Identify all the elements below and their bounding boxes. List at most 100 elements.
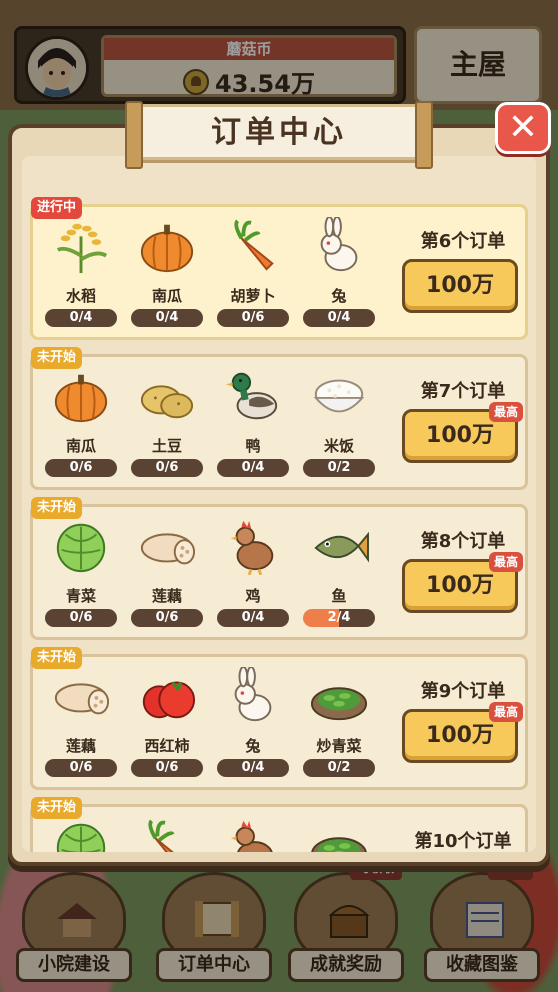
item-picture — [309, 216, 369, 275]
item-picture — [223, 517, 283, 576]
item-progress: 0/6 — [131, 759, 203, 777]
order-item[interactable]: 胡萝卜 0/6 — [215, 213, 291, 331]
order-item[interactable]: 莲藕 0/6 — [43, 663, 119, 781]
rice-plant-icon — [56, 223, 108, 274]
reward-amount: 100万 — [426, 273, 494, 298]
item-name: 鱼 — [331, 587, 347, 605]
item-picture — [51, 217, 111, 275]
order-item[interactable] — [301, 813, 377, 852]
order-item[interactable]: 米饭 0/2 — [301, 363, 377, 481]
item-name: 米饭 — [323, 437, 354, 455]
stir-fried-greens-icon — [310, 687, 368, 721]
order-item[interactable]: 鸭 0/4 — [215, 363, 291, 481]
order-card: 未开始 青菜 0/6 莲藕 0/6 鸡 0/4 鱼 2/4 第8个订单 100万 最高 — [30, 497, 528, 640]
item-name: 兔 — [245, 737, 261, 755]
item-name: 水稻 — [65, 287, 96, 305]
order-item[interactable]: 南瓜 0/6 — [43, 363, 119, 481]
item-picture — [137, 817, 197, 852]
rabbit-icon — [234, 666, 272, 722]
order-item[interactable]: 鸡 0/4 — [215, 513, 291, 631]
modal-title: 订单中心 — [211, 115, 347, 150]
order-center-modal: 进行中 水稻 0/4 南瓜 0/4 胡萝卜 0/6 兔 0/4 第6个订单 100万 未开始 南瓜 0/6… — [8, 124, 550, 866]
close-button[interactable]: ✕ — [495, 102, 551, 154]
order-reward-button[interactable]: 100万 最高 — [402, 702, 523, 763]
cabbage-icon — [56, 823, 106, 852]
order-card: 未开始 莲藕 0/6 西红柿 0/6 兔 0/4 炒青菜 0/2 第9个订单 100万 最高 — [30, 647, 528, 790]
item-picture — [309, 367, 369, 425]
chicken-icon — [230, 820, 273, 852]
item-picture — [137, 517, 197, 575]
order-item[interactable] — [129, 813, 205, 852]
order-item[interactable]: 西红柿 0/6 — [129, 663, 205, 781]
order-reward-button[interactable]: 100万 最高 — [402, 552, 523, 613]
stir-fried-greens-icon — [311, 837, 367, 852]
item-progress: 0/6 — [131, 609, 203, 627]
rice-bowl-icon — [313, 379, 365, 413]
item-picture — [223, 367, 283, 425]
item-progress: 0/4 — [217, 459, 289, 477]
modal-title-banner: 订单中心 — [125, 101, 433, 169]
best-reward-badge: 最高 — [488, 702, 523, 722]
order-item[interactable]: 莲藕 0/6 — [129, 513, 205, 631]
item-progress: 0/4 — [303, 309, 375, 327]
lotus-root-icon — [54, 683, 110, 715]
carrot-icon — [148, 819, 175, 852]
item-name: 炒青菜 — [316, 737, 362, 755]
item-name: 南瓜 — [65, 437, 96, 455]
order-number: 第10个订单 — [414, 831, 512, 852]
item-picture — [51, 517, 111, 575]
item-picture — [309, 667, 369, 725]
item-progress: 0/2 — [303, 759, 375, 777]
reward-amount: 100万 — [426, 423, 494, 448]
order-card: 未开始 南瓜 0/6 土豆 0/6 鸭 0/4 米饭 0/2 第7个订单 100万 最高 — [30, 347, 528, 490]
order-item[interactable]: 南瓜 0/4 — [129, 213, 205, 331]
order-item[interactable] — [215, 813, 291, 852]
order-number: 第6个订单 — [420, 231, 506, 252]
item-name: 胡萝卜 — [230, 287, 276, 305]
item-progress: 0/6 — [131, 459, 203, 477]
order-item[interactable]: 鱼 2/4 — [301, 513, 377, 631]
item-progress: 0/6 — [45, 609, 117, 627]
order-reward-button[interactable]: 100万 最高 — [402, 402, 523, 463]
order-list[interactable]: 进行中 水稻 0/4 南瓜 0/4 胡萝卜 0/6 兔 0/4 第6个订单 100万 未开始 南瓜 0/6… — [22, 156, 536, 852]
best-reward-badge: 最高 — [488, 552, 523, 572]
item-name: 南瓜 — [151, 287, 182, 305]
pumpkin-icon — [54, 374, 108, 423]
order-item[interactable]: 土豆 0/6 — [129, 363, 205, 481]
order-item[interactable]: 兔 0/4 — [301, 213, 377, 331]
order-card: 未开始第10个订单最高 — [30, 797, 528, 852]
order-item[interactable]: 水稻 0/4 — [43, 213, 119, 331]
item-name: 西红柿 — [144, 737, 190, 755]
item-picture — [137, 667, 197, 725]
order-card: 进行中 水稻 0/4 南瓜 0/4 胡萝卜 0/6 兔 0/4 第6个订单 100万 — [30, 197, 528, 340]
item-name: 鸭 — [245, 437, 261, 455]
pumpkin-icon — [140, 224, 194, 273]
item-name: 鸡 — [245, 587, 261, 605]
order-reward-button[interactable]: 100万 — [402, 259, 518, 313]
item-progress: 0/6 — [45, 459, 117, 477]
fish-icon — [314, 531, 369, 563]
order-item[interactable] — [43, 813, 119, 852]
item-progress: 0/6 — [217, 309, 289, 327]
potato-icon — [140, 385, 194, 419]
item-picture — [309, 817, 369, 852]
item-picture — [51, 817, 111, 852]
item-picture — [223, 817, 283, 852]
order-number: 第9个订单 — [420, 681, 506, 702]
reward-amount: 100万 — [426, 573, 494, 598]
best-reward-badge: 最高 — [488, 402, 523, 422]
item-picture — [309, 517, 369, 575]
item-progress: 0/4 — [131, 309, 203, 327]
carrot-icon — [234, 219, 274, 271]
order-number: 第8个订单 — [420, 531, 506, 552]
reward-amount: 100万 — [426, 723, 494, 748]
item-progress: 0/4 — [217, 609, 289, 627]
item-picture — [137, 367, 197, 425]
item-picture — [137, 217, 197, 275]
item-picture — [223, 217, 283, 275]
order-item[interactable]: 炒青菜 0/2 — [301, 663, 377, 781]
order-item[interactable]: 兔 0/4 — [215, 663, 291, 781]
order-item[interactable]: 青菜 0/6 — [43, 513, 119, 631]
order-number: 第7个订单 — [420, 381, 506, 402]
tomato-icon — [142, 681, 196, 719]
